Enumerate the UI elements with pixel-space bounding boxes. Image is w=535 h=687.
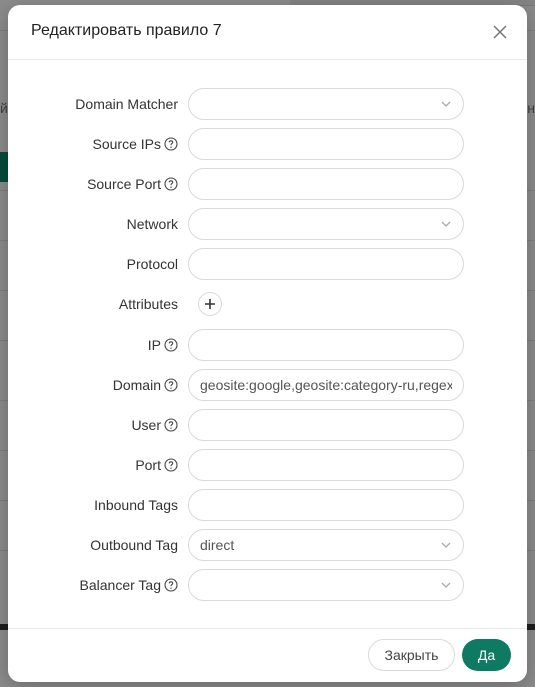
- port-input[interactable]: [188, 449, 464, 481]
- form-row-user: User: [8, 409, 527, 441]
- plus-icon: [205, 299, 215, 309]
- source-port-label-text: Source Port: [87, 176, 161, 192]
- form-row-port: Port: [8, 449, 527, 481]
- domain-label: Domain: [113, 369, 178, 401]
- question-circle-icon[interactable]: [164, 578, 178, 592]
- network-label: Network: [127, 208, 178, 240]
- network-label-text: Network: [126, 216, 178, 232]
- outbound-tag-select[interactable]: direct: [188, 529, 464, 561]
- source-ips-input[interactable]: [188, 128, 464, 160]
- inbound-tags-label-text: Inbound Tags: [94, 497, 178, 513]
- close-button[interactable]: [489, 21, 511, 43]
- cancel-button[interactable]: Закрыть: [368, 639, 455, 671]
- balancer-tag-select[interactable]: [188, 569, 464, 601]
- domain-value: geosite:google,geosite:category-ru,regex…: [200, 377, 452, 393]
- form-row-domain: Domain geosite:google,geosite:category-r…: [8, 369, 527, 401]
- chevron-down-icon: [441, 542, 451, 548]
- user-input[interactable]: [188, 409, 464, 441]
- balancer-tag-label-text: Balancer Tag: [79, 577, 161, 593]
- domain-matcher-label: Domain Matcher: [75, 88, 178, 120]
- chevron-down-icon: [441, 101, 451, 107]
- source-port-label: Source Port: [87, 168, 178, 200]
- form-row-ip: IP: [8, 329, 527, 361]
- port-label-text: Port: [135, 457, 161, 473]
- question-circle-icon[interactable]: [164, 338, 178, 352]
- source-ips-label-text: Source IPs: [92, 136, 161, 152]
- chevron-down-icon: [441, 221, 451, 227]
- ok-button[interactable]: Да: [462, 639, 511, 671]
- dialog-title: Редактировать правило 7: [31, 22, 222, 39]
- user-label-text: User: [131, 417, 161, 433]
- edit-rule-dialog: Редактировать правило 7 Domain Matcher S…: [8, 5, 527, 682]
- question-circle-icon[interactable]: [164, 378, 178, 392]
- form-row-source-ips: Source IPs: [8, 128, 527, 160]
- form-row-network: Network: [8, 208, 527, 240]
- form-row-inbound-tags: Inbound Tags: [8, 489, 527, 521]
- port-label: Port: [135, 449, 178, 481]
- ip-label-text: IP: [147, 337, 161, 353]
- add-attribute-button[interactable]: [198, 292, 222, 316]
- source-ips-label: Source IPs: [93, 128, 178, 160]
- attributes-label: Attributes: [119, 288, 178, 320]
- inbound-tags-select[interactable]: [188, 489, 464, 521]
- chevron-down-icon: [441, 582, 451, 588]
- question-circle-icon[interactable]: [164, 177, 178, 191]
- domain-matcher-select[interactable]: [188, 88, 464, 120]
- domain-input[interactable]: geosite:google,geosite:category-ru,regex…: [188, 369, 464, 401]
- protocol-select[interactable]: [188, 248, 464, 280]
- form-row-source-port: Source Port: [8, 168, 527, 200]
- source-port-input[interactable]: [188, 168, 464, 200]
- ip-label: IP: [148, 329, 178, 361]
- form-row-domain-matcher: Domain Matcher: [8, 88, 527, 120]
- question-circle-icon[interactable]: [164, 418, 178, 432]
- question-circle-icon[interactable]: [164, 137, 178, 151]
- form-row-protocol: Protocol: [8, 248, 527, 280]
- outbound-tag-label-text: Outbound Tag: [90, 537, 178, 553]
- attributes-label-text: Attributes: [118, 296, 178, 312]
- outbound-tag-value: direct: [200, 537, 235, 553]
- dialog-header: Редактировать правило 7: [8, 5, 527, 60]
- dialog-body: Domain Matcher Source IPs Source Port Ne…: [8, 60, 527, 628]
- domain-matcher-label-text: Domain Matcher: [75, 96, 178, 112]
- ip-input[interactable]: [188, 329, 464, 361]
- network-select[interactable]: [188, 208, 464, 240]
- inbound-tags-label: Inbound Tags: [94, 489, 178, 521]
- user-label: User: [131, 409, 178, 441]
- form-row-balancer-tag: Balancer Tag: [8, 569, 527, 601]
- balancer-tag-label: Balancer Tag: [80, 569, 178, 601]
- protocol-label: Protocol: [127, 248, 178, 280]
- close-icon: [493, 25, 507, 39]
- dialog-footer: Закрыть Да: [8, 628, 527, 682]
- protocol-label-text: Protocol: [126, 256, 178, 272]
- domain-label-text: Domain: [112, 377, 161, 393]
- form-row-outbound-tag: Outbound Tag direct: [8, 529, 527, 561]
- outbound-tag-label: Outbound Tag: [90, 529, 178, 561]
- question-circle-icon[interactable]: [164, 458, 178, 472]
- form-row-attributes: Attributes: [8, 288, 527, 320]
